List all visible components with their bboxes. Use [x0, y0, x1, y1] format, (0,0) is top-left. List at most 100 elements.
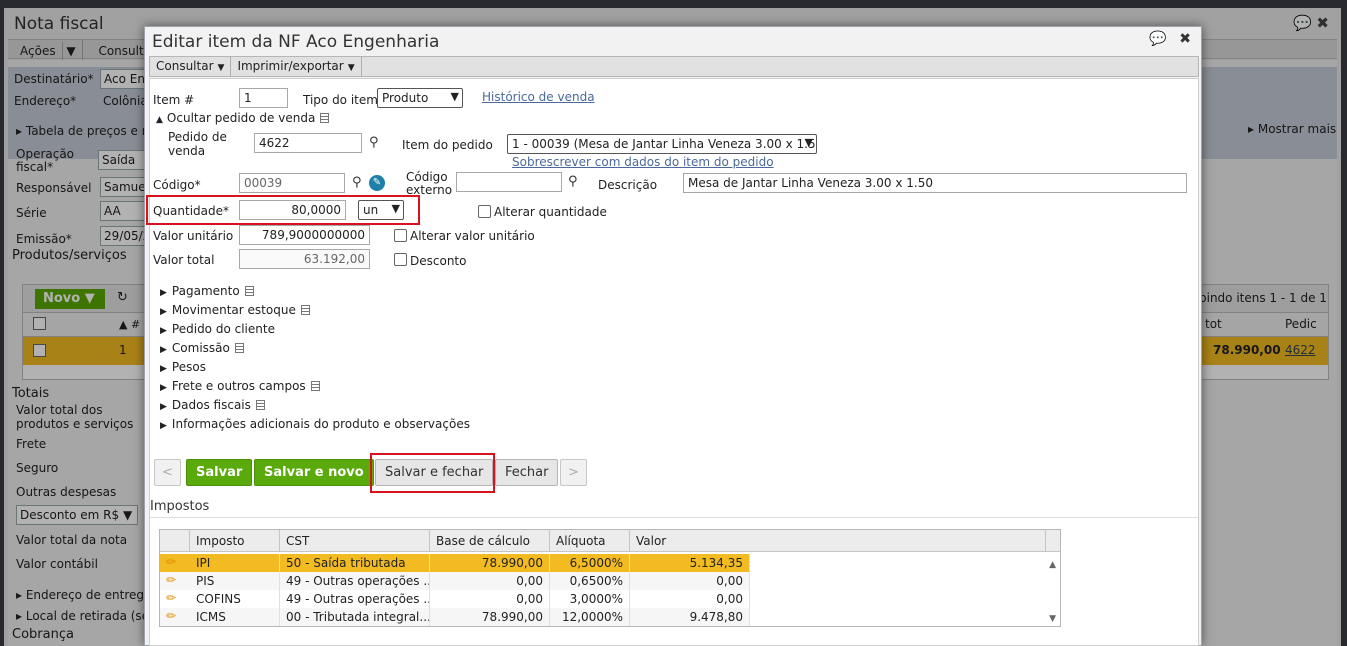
- refresh-icon[interactable]: ↻: [117, 290, 128, 305]
- chevron-down-icon: ▼: [347, 63, 355, 73]
- sobrescrever-link[interactable]: Sobrescrever com dados do item do pedido: [512, 155, 774, 169]
- endereco-label: Endereço*: [14, 94, 77, 108]
- salvar-button[interactable]: Salvar: [186, 459, 253, 486]
- row-pedido-link[interactable]: 4622: [1285, 343, 1316, 357]
- operacao-fiscal-field[interactable]: Saída: [98, 150, 148, 170]
- edit-product-icon[interactable]: ✎: [369, 175, 385, 191]
- row-checkbox[interactable]: [33, 344, 46, 357]
- dialog-menubar: Consultar ▼ Imprimir/exportar ▼: [149, 56, 1199, 77]
- cell-aliquota: 0,6500%: [550, 572, 630, 590]
- col-pedido-header[interactable]: Pedic: [1285, 317, 1317, 331]
- search-icon[interactable]: ⚲: [568, 175, 578, 188]
- salvar-novo-button[interactable]: Salvar e novo: [254, 459, 374, 486]
- item-number-field[interactable]: 1: [239, 88, 288, 108]
- descricao-field[interactable]: Mesa de Jantar Linha Veneza 3.00 x 1.50: [683, 173, 1187, 193]
- table-row[interactable]: ✏ IPI 50 - Saída tributada 78.990,00 6,5…: [160, 554, 750, 572]
- pencil-icon[interactable]: ✏: [166, 573, 176, 587]
- seguro-label: Seguro: [16, 461, 59, 475]
- endereco-entrega-section[interactable]: ▸ Endereço de entrega/: [16, 588, 155, 602]
- col-valor-header[interactable]: Valor: [630, 530, 1046, 552]
- background-title: Nota fiscal: [14, 14, 104, 34]
- quantidade-field[interactable]: 80,0000: [239, 200, 346, 220]
- chat-icon[interactable]: 💬: [1149, 31, 1166, 47]
- tabela-precos-section[interactable]: ▸ Tabela de preços e re: [16, 124, 154, 138]
- note-icon[interactable]: [320, 113, 330, 123]
- close-icon[interactable]: ✖: [1179, 31, 1191, 47]
- codigo-field[interactable]: 00039: [239, 173, 345, 193]
- pedido-venda-field[interactable]: 4622: [254, 133, 362, 153]
- outras-despesas-label: Outras despesas: [16, 485, 117, 499]
- item-number-label: Item #: [153, 93, 195, 107]
- section-movimentar-estoque[interactable]: ▶ Movimentar estoque: [160, 303, 310, 317]
- impostos-title: Impostos: [150, 499, 210, 514]
- menu-imprimir-exportar[interactable]: Imprimir/exportar ▼: [231, 57, 362, 76]
- note-icon[interactable]: [300, 305, 310, 315]
- table-row[interactable]: ✏ COFINS 49 - Outras operações ... 0,00 …: [160, 590, 750, 608]
- previous-button[interactable]: <: [154, 459, 181, 486]
- triangle-right-icon: ▶: [160, 326, 167, 336]
- salvar-fechar-button[interactable]: Salvar e fechar: [375, 459, 494, 486]
- chat-icon[interactable]: 💬: [1293, 14, 1312, 32]
- fechar-button[interactable]: Fechar: [495, 459, 559, 486]
- triangle-right-icon: ▶: [160, 383, 167, 393]
- table-row[interactable]: ✏ ICMS 00 - Tributada integral... 78.990…: [160, 608, 750, 626]
- pencil-icon[interactable]: ✏: [166, 591, 176, 605]
- descricao-label: Descrição: [598, 178, 658, 192]
- valor-total-produtos-label: Valor total dos produtos e serviços: [16, 403, 134, 431]
- close-icon[interactable]: ✖: [1316, 14, 1329, 32]
- col-imposto-header[interactable]: Imposto: [190, 530, 280, 552]
- section-pagamento[interactable]: ▶ Pagamento: [160, 284, 254, 298]
- section-informacoes-adicionais[interactable]: ▶ Informações adicionais do produto e obs…: [160, 417, 470, 431]
- section-frete-outros[interactable]: ▶ Frete e outros campos: [160, 379, 320, 393]
- item-pedido-select[interactable]: 1 - 00039 (Mesa de Jantar Linha Veneza 3…: [507, 134, 817, 154]
- destinatario-field[interactable]: Aco Eng: [100, 69, 150, 89]
- search-icon[interactable]: ⚲: [352, 176, 362, 189]
- totais-title: Totais: [12, 386, 50, 401]
- next-button[interactable]: >: [560, 459, 587, 486]
- section-pesos[interactable]: ▶ Pesos: [160, 360, 206, 374]
- col-cst-header[interactable]: CST: [280, 530, 430, 552]
- cell-base: 78.990,00: [430, 554, 550, 572]
- mostrar-mais-link[interactable]: ▸ Mostrar mais: [1248, 122, 1336, 136]
- pencil-icon[interactable]: ✏: [166, 609, 176, 623]
- responsavel-field[interactable]: Samue: [100, 177, 148, 197]
- codigo-externo-field[interactable]: [456, 172, 562, 192]
- select-all-checkbox[interactable]: [33, 317, 46, 330]
- alterar-valor-unitario-checkbox[interactable]: [394, 229, 407, 242]
- note-icon[interactable]: [234, 343, 244, 353]
- desconto-select[interactable]: Desconto em R$ ▼: [16, 505, 138, 525]
- valor-unitario-field[interactable]: 789,9000000000: [239, 225, 370, 245]
- ocultar-pedido-toggle[interactable]: ▲ Ocultar pedido de venda: [156, 111, 330, 125]
- note-icon[interactable]: [310, 381, 320, 391]
- section-dados-fiscais[interactable]: ▶ Dados fiscais: [160, 398, 265, 412]
- menu-acoes[interactable]: Ações ▼: [8, 40, 83, 62]
- responsavel-label: Responsável: [16, 181, 92, 195]
- table-row[interactable]: ✏ PIS 49 - Outras operações ... 0,00 0,6…: [160, 572, 750, 590]
- novo-button[interactable]: Novo ▼: [35, 289, 105, 309]
- emissao-field[interactable]: 29/05/2: [100, 226, 148, 246]
- col-base-header[interactable]: Base de cálculo: [430, 530, 550, 552]
- scroll-up-icon[interactable]: ▲: [1049, 560, 1056, 570]
- dialog-title: Editar item da NF Aco Engenharia: [152, 32, 440, 52]
- impostos-grid-header: Imposto CST Base de cálculo Alíquota Val…: [160, 530, 1060, 552]
- col-num-header[interactable]: ▲ #: [119, 318, 140, 331]
- pencil-icon[interactable]: ✏: [166, 555, 176, 569]
- search-icon[interactable]: ⚲: [369, 136, 379, 149]
- menu-consultar[interactable]: Consultar ▼: [150, 57, 232, 76]
- section-comissao[interactable]: ▶ Comissão: [160, 341, 244, 355]
- historico-venda-link[interactable]: Histórico de venda: [482, 90, 595, 104]
- alterar-quantidade-checkbox[interactable]: [478, 205, 491, 218]
- cell-cst: 49 - Outras operações ...: [280, 572, 430, 590]
- endereco-value: Colônia: [103, 94, 148, 108]
- tipo-item-select[interactable]: Produto ▼: [377, 88, 463, 108]
- scroll-down-icon[interactable]: ▼: [1049, 614, 1056, 624]
- serie-field[interactable]: AA: [100, 201, 148, 221]
- local-retirada-section[interactable]: ▸ Local de retirada (se: [16, 609, 149, 623]
- desconto-checkbox[interactable]: [394, 253, 407, 266]
- section-pedido-cliente[interactable]: ▶ Pedido do cliente: [160, 322, 275, 336]
- col-tot-header[interactable]: tot: [1205, 317, 1222, 331]
- unidade-select[interactable]: un ▼: [358, 200, 404, 220]
- note-icon[interactable]: [244, 286, 254, 296]
- col-aliquota-header[interactable]: Alíquota: [550, 530, 630, 552]
- note-icon[interactable]: [255, 400, 265, 410]
